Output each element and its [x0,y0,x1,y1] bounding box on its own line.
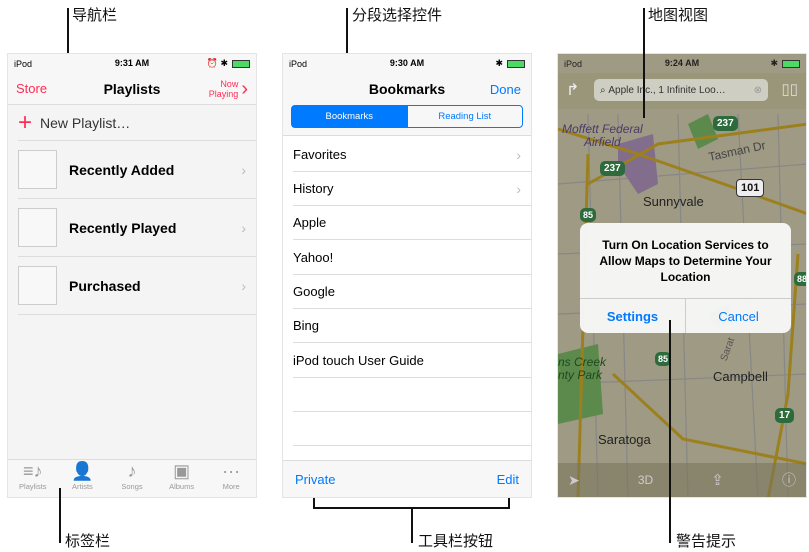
more-icon: ··· [222,461,241,481]
directions-icon[interactable]: ↱ [566,80,579,100]
playlist-row[interactable]: Recently Added › [18,141,256,199]
chevron-right-icon: › [516,146,521,163]
annotation-map-view: 地图视图 [648,6,709,24]
highway-shield: 237 [600,161,625,176]
search-input[interactable]: ⌕ Apple Inc., 1 Infinite Loo… ⊗ [594,79,768,101]
tab-more[interactable]: ··· More [206,460,256,497]
map-label: ns Creek nty Park [558,355,607,382]
empty-row [293,378,531,412]
leader-line [411,507,413,543]
nav-title: Bookmarks [368,81,446,97]
playlist-row[interactable]: Purchased › [18,257,256,315]
time: 9:24 AM [664,58,700,68]
bookmarks-screen: iPod 9:30 AM ✱ Bookmarks Done Bookmarks … [282,53,532,498]
map-label: Campbell [713,369,768,384]
annotation-alert: 警告提示 [676,532,737,550]
playlists-icon: ≡♪ [23,461,43,481]
toolbar: Private Edit [283,460,531,497]
cancel-button[interactable]: Cancel [686,299,791,333]
private-button[interactable]: Private [295,472,335,487]
playlist-row[interactable]: Recently Played › [18,199,256,257]
map-label: Saratoga [598,432,651,447]
location-alert: Turn On Location Services to Allow Maps … [580,223,791,333]
done-button[interactable]: Done [490,82,521,97]
edit-button[interactable]: Edit [497,472,519,487]
location-arrow-icon[interactable]: ➤ [568,472,580,489]
now-playing-button[interactable]: Now Playing › [209,79,248,99]
songs-icon: ♪ [127,461,137,481]
annotation-nav-bar: 导航栏 [72,6,118,24]
chevron-right-icon: › [241,77,248,100]
search-icon: ⌕ [600,84,609,96]
status-bar: iPod 9:31 AM ⏰ ✱ [8,54,256,73]
3d-button[interactable]: 3D [638,473,653,487]
leader-line [643,8,645,118]
artists-icon: 👤 [71,461,94,481]
segment-reading-list[interactable]: Reading List [406,106,523,127]
nav-title: Playlists [103,80,161,97]
segmented-control: Bookmarks Reading List [291,105,523,128]
annotation-tab-bar: 标签栏 [65,532,111,550]
status-bar: iPod 9:24 AM ✱ [558,54,806,73]
albums-icon: ▣ [173,461,191,481]
tab-songs[interactable]: ♪ Songs [107,460,157,497]
leader-line [59,488,61,543]
artwork-placeholder [18,150,57,189]
plus-icon: + [18,109,33,136]
share-icon[interactable]: ⇪ [711,471,724,489]
tab-artists[interactable]: 👤 Artists [58,460,108,497]
bookmarks-icon[interactable]: ▯▯ [781,80,798,98]
artwork-placeholder [18,208,57,247]
new-playlist-button[interactable]: + New Playlist… [18,106,256,141]
maps-screen: iPod 9:24 AM ✱ ↱ ⌕ Apple Inc., 1 Infinit… [557,53,807,498]
bookmark-item[interactable]: iPod touch User Guide [293,343,531,378]
highway-shield: 237 [713,116,738,131]
annotation-segmented: 分段选择控件 [352,6,443,24]
time: 9:31 AM [114,58,150,68]
chevron-right-icon: › [516,180,521,197]
bookmark-item[interactable]: Apple [293,206,531,240]
artwork-placeholder [18,266,57,305]
maps-navigation-bar: ↱ ⌕ Apple Inc., 1 Infinite Loo… ⊗ ▯▯ [558,73,806,109]
bookmark-folder[interactable]: Favorites › [293,138,531,172]
bookmark-item[interactable]: Yahoo! [293,240,531,275]
status-bar: iPod 9:30 AM ✱ [283,54,531,73]
bookmark-folder[interactable]: History › [293,172,531,206]
highway-shield: 17 [775,408,795,423]
navigation-bar: Bookmarks Done Bookmarks Reading List [283,73,531,136]
navigation-bar: Store Playlists Now Playing › [8,73,256,105]
segment-bookmarks[interactable]: Bookmarks [292,106,407,127]
chevron-right-icon: › [241,161,246,178]
map-label: Moffett Federal Airfield [562,122,643,149]
maps-toolbar: ➤ 3D ⇪ ⓘ [558,463,806,497]
tab-playlists[interactable]: ≡♪ Playlists [8,460,58,497]
chevron-right-icon: › [241,277,246,294]
annotation-toolbar-buttons: 工具栏按钮 [418,532,494,550]
empty-row [293,412,531,446]
map-label: Sunnyvale [643,194,704,209]
bookmark-item[interactable]: Bing [293,309,531,343]
highway-shield: 101 [736,179,765,197]
chevron-right-icon: › [241,219,246,236]
store-button[interactable]: Store [16,81,47,96]
alert-title: Turn On Location Services to Allow Maps … [599,237,772,284]
bookmark-item[interactable]: Google [293,275,531,309]
leader-line [669,320,671,543]
highway-shield: 85 [580,208,597,222]
clear-icon: ⊗ [753,84,762,96]
music-app-screen: iPod 9:31 AM ⏰ ✱ Store Playlists Now Play… [7,53,257,498]
info-icon[interactable]: ⓘ [782,470,796,490]
highway-shield: 88 [794,272,806,286]
tab-bar: ≡♪ Playlists 👤 Artists ♪ Songs ▣ Albums ··· M… [8,459,256,497]
time: 9:30 AM [389,58,425,68]
tab-albums[interactable]: ▣ Albums [157,460,207,497]
